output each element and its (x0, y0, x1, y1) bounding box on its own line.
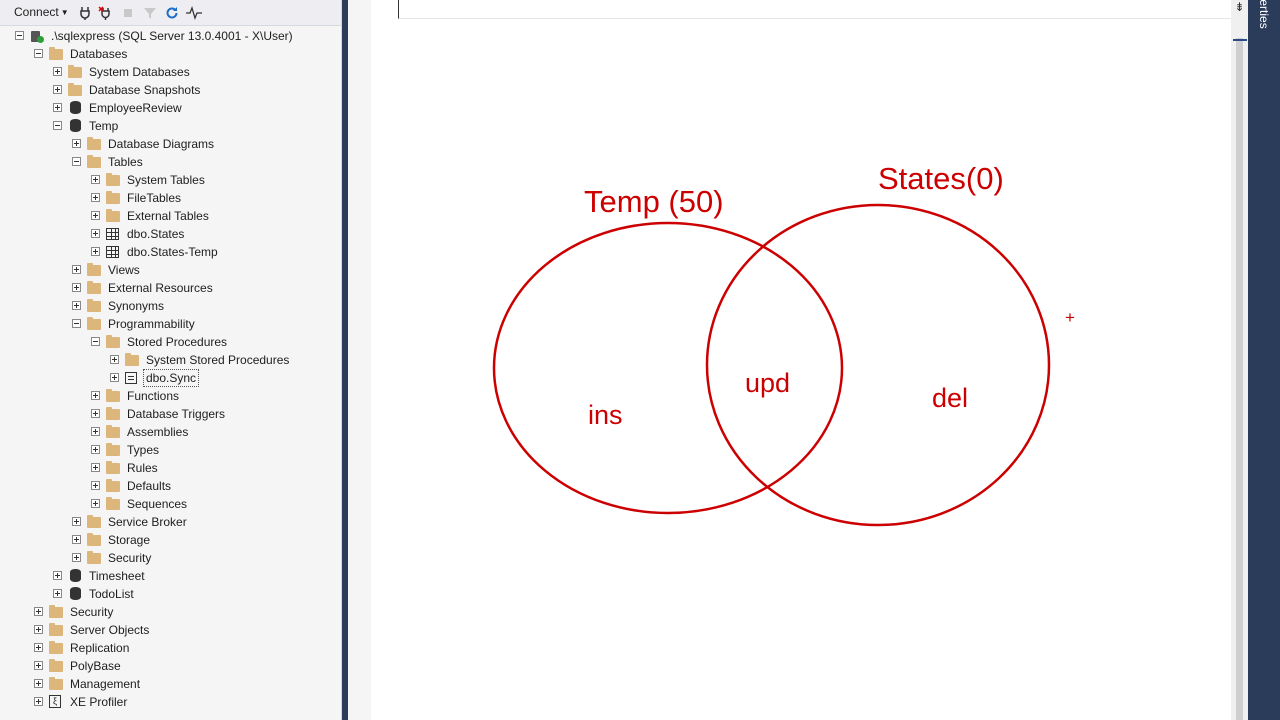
upd-label: upd (745, 368, 790, 398)
states-circle (705, 203, 1051, 527)
ins-label: ins (588, 400, 623, 430)
del-label: del (932, 383, 968, 413)
venn-diagram: Temp (50) States(0) ins upd del + (492, 161, 1075, 527)
temp-title: Temp (50) (584, 184, 724, 219)
states-title: States(0) (878, 161, 1004, 196)
crosshair-cursor: + (1065, 308, 1075, 327)
